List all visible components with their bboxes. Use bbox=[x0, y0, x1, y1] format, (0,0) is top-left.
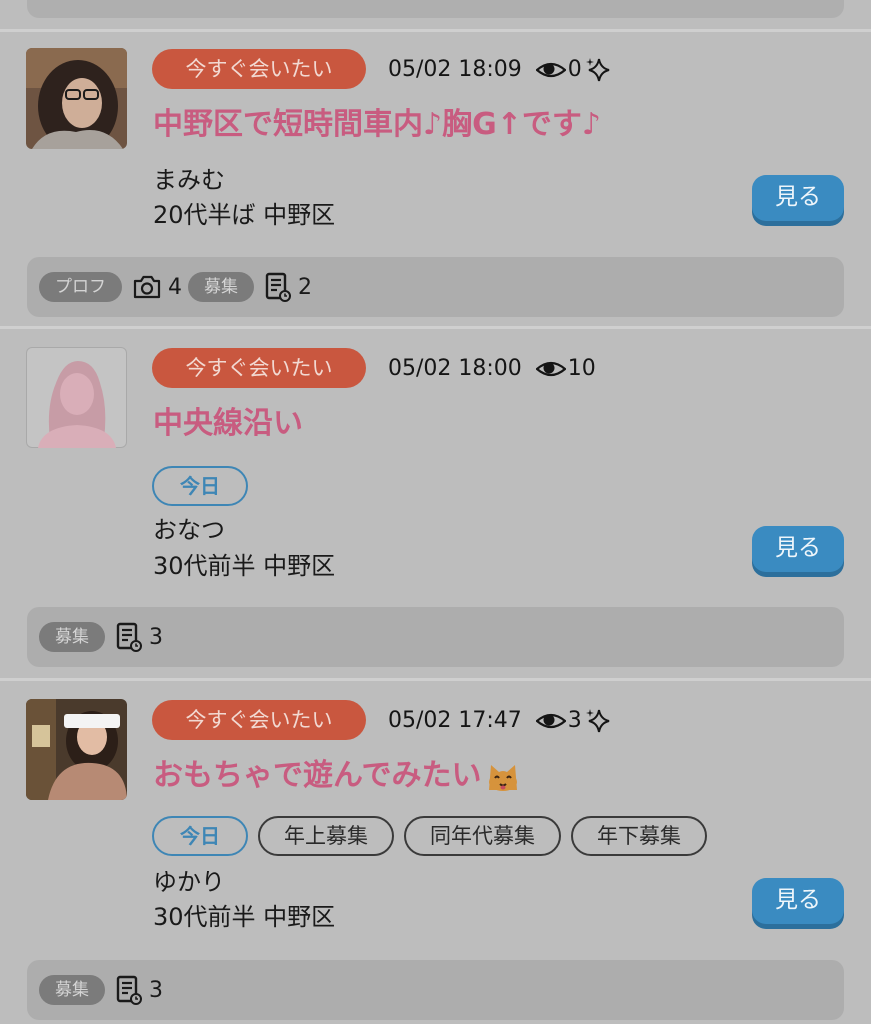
tag-older[interactable]: 年上募集 bbox=[258, 816, 394, 856]
camera-icon bbox=[132, 274, 162, 300]
post-meta: 05/02 17:47 3 bbox=[388, 703, 612, 739]
sparkle-icon bbox=[584, 56, 612, 84]
sparkle-icon bbox=[584, 707, 612, 735]
view-count: 10 bbox=[567, 356, 596, 381]
document-clock-icon bbox=[264, 272, 292, 302]
status-badge: 今すぐ会いたい bbox=[152, 700, 366, 740]
cat-face-icon bbox=[486, 760, 520, 792]
tag-list: 今日 年上募集 同年代募集 年下募集 bbox=[152, 816, 707, 856]
tag-today[interactable]: 今日 bbox=[152, 816, 248, 856]
recruit-pill[interactable]: 募集 bbox=[39, 975, 105, 1005]
user-name: まみむ bbox=[153, 166, 225, 194]
post-count: 3 bbox=[149, 977, 163, 1003]
post-title: おもちゃで遊んでみたい bbox=[153, 758, 482, 793]
recruit-pill[interactable]: 募集 bbox=[188, 272, 254, 302]
post-title[interactable]: 中央線沿い bbox=[153, 401, 303, 447]
post-card[interactable]: 今すぐ会いたい 05/02 18:00 10 中央線沿い 今日 おなつ 30代前… bbox=[0, 329, 871, 679]
avatar-placeholder[interactable] bbox=[26, 347, 127, 448]
user-name: ゆかり bbox=[153, 868, 225, 896]
profile-pill[interactable]: プロフ bbox=[39, 272, 122, 302]
post-datetime: 05/02 18:09 bbox=[388, 57, 522, 82]
user-info: 30代前半 中野区 bbox=[153, 552, 336, 580]
tag-list: 今日 bbox=[152, 466, 248, 506]
document-clock-icon bbox=[115, 975, 143, 1005]
tag-younger[interactable]: 年下募集 bbox=[571, 816, 707, 856]
post-card[interactable]: 今すぐ会いたい 05/02 17:47 3 おもちゃで遊んでみたい 今日 年上募… bbox=[0, 681, 871, 1024]
post-title-row[interactable]: おもちゃで遊んでみたい bbox=[153, 753, 520, 799]
post-count: 2 bbox=[298, 274, 312, 300]
post-datetime: 05/02 17:47 bbox=[388, 708, 522, 733]
eye-icon bbox=[536, 60, 566, 80]
eye-icon bbox=[536, 711, 566, 731]
user-name: おなつ bbox=[153, 516, 225, 544]
view-button[interactable]: 見る bbox=[752, 175, 844, 221]
status-badge: 今すぐ会いたい bbox=[152, 49, 366, 89]
user-info: 20代半ば 中野区 bbox=[153, 201, 336, 229]
photo-count: 4 bbox=[168, 274, 182, 300]
post-title[interactable]: 中野区で短時間車内♪胸G↑です♪ bbox=[153, 102, 601, 148]
stats-bar: 募集 3 bbox=[27, 607, 844, 667]
stats-bar: プロフ 4 募集 2 bbox=[27, 257, 844, 317]
post-count: 3 bbox=[149, 624, 163, 650]
stats-bar: 募集 3 bbox=[27, 960, 844, 1020]
document-clock-icon bbox=[115, 622, 143, 652]
avatar[interactable] bbox=[26, 699, 127, 800]
post-meta: 05/02 18:09 0 bbox=[388, 52, 612, 88]
tag-same-age[interactable]: 同年代募集 bbox=[404, 816, 561, 856]
eye-icon bbox=[536, 359, 566, 379]
view-button[interactable]: 見る bbox=[752, 878, 844, 924]
view-count: 3 bbox=[567, 708, 582, 733]
view-button[interactable]: 見る bbox=[752, 526, 844, 572]
user-info: 30代前半 中野区 bbox=[153, 903, 336, 931]
post-datetime: 05/02 18:00 bbox=[388, 356, 522, 381]
view-count: 0 bbox=[567, 57, 582, 82]
post-meta: 05/02 18:00 10 bbox=[388, 351, 596, 387]
tag-today[interactable]: 今日 bbox=[152, 466, 248, 506]
recruit-pill[interactable]: 募集 bbox=[39, 622, 105, 652]
previous-post-stats-bar bbox=[27, 0, 844, 18]
avatar[interactable] bbox=[26, 48, 127, 149]
status-badge: 今すぐ会いたい bbox=[152, 348, 366, 388]
post-card[interactable]: 今すぐ会いたい 05/02 18:09 0 中野区で短時間車内♪胸G↑です♪ ま… bbox=[0, 30, 871, 328]
